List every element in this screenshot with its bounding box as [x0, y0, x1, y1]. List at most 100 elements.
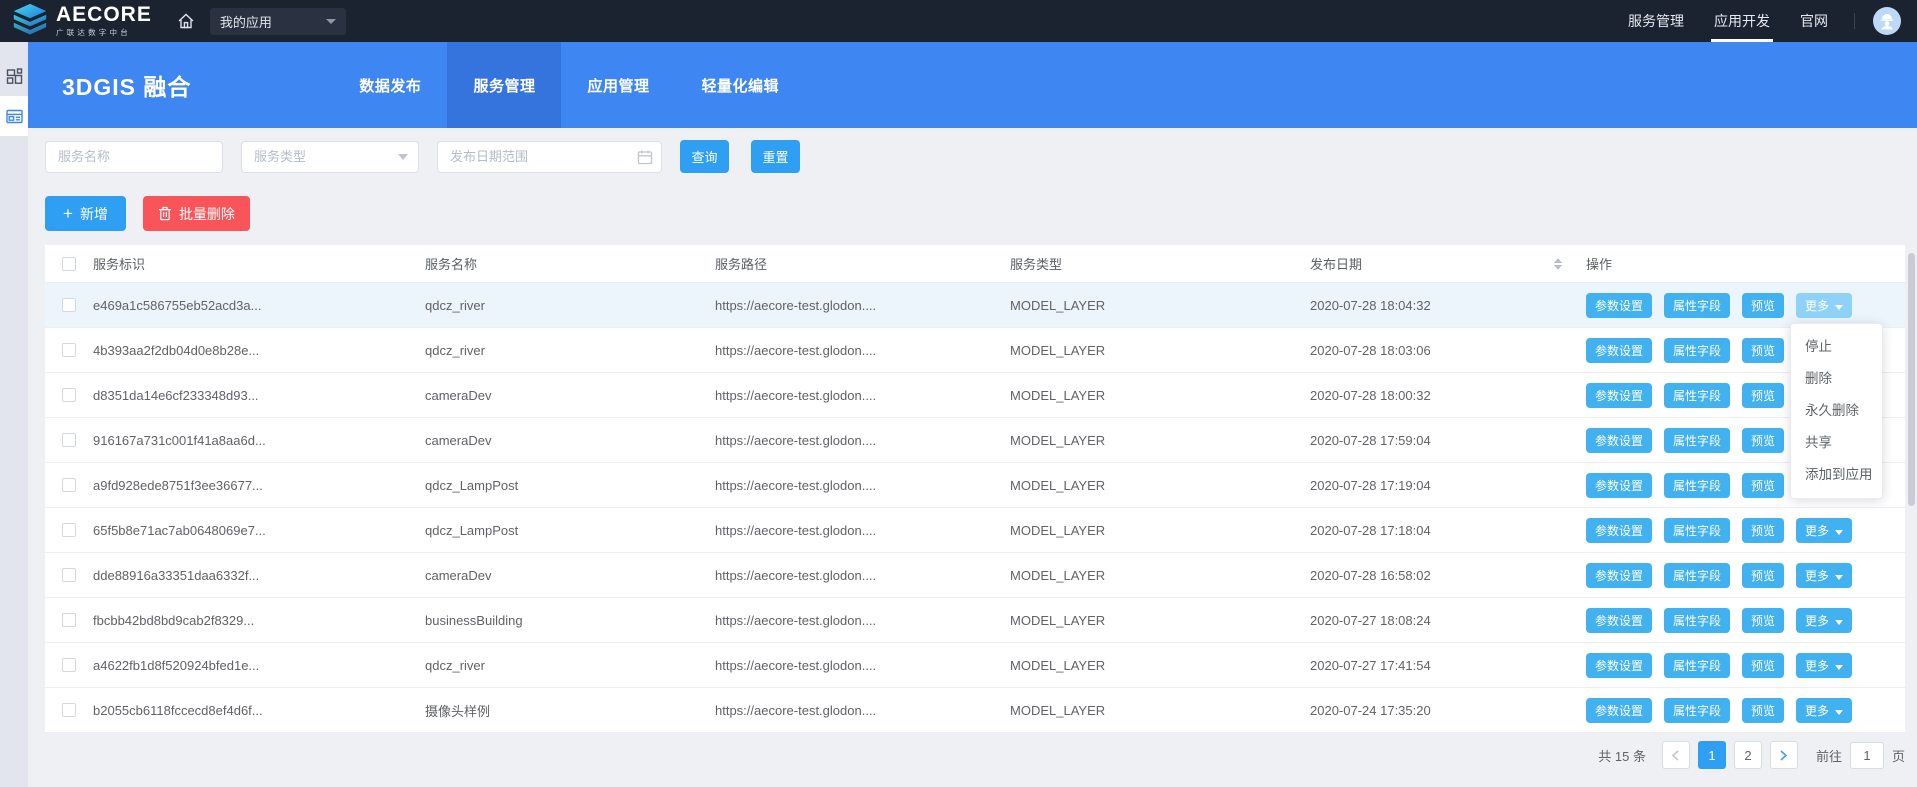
- next-page-button[interactable]: [1770, 741, 1798, 769]
- param-settings-button[interactable]: 参数设置: [1586, 428, 1652, 453]
- param-settings-button[interactable]: 参数设置: [1586, 698, 1652, 723]
- sidebar-item-dashboard[interactable]: [0, 56, 28, 96]
- caret-down-icon: [1835, 665, 1843, 670]
- aecore-logo[interactable]: AECORE 广联达数字中台: [10, 3, 152, 39]
- row-actions: 参数设置属性字段预览更多: [1578, 563, 1905, 588]
- nav-app-development[interactable]: 应用开发: [1714, 0, 1770, 42]
- preview-button[interactable]: 预览: [1742, 338, 1784, 363]
- menu-item-delete[interactable]: 删除: [1791, 363, 1882, 395]
- tab-lightweight-edit[interactable]: 轻量化编辑: [675, 42, 805, 128]
- service-name-input[interactable]: [45, 141, 223, 173]
- cell-service-id: a9fd928ede8751f3ee36677...: [93, 478, 425, 493]
- user-avatar[interactable]: [1873, 7, 1901, 35]
- more-button[interactable]: 更多: [1796, 653, 1852, 678]
- row-checkbox[interactable]: [62, 613, 76, 627]
- brand-text: AECORE: [56, 5, 152, 25]
- preview-button[interactable]: 预览: [1742, 293, 1784, 318]
- more-button[interactable]: 更多: [1796, 293, 1852, 318]
- preview-button[interactable]: 预览: [1742, 563, 1784, 588]
- param-settings-button[interactable]: 参数设置: [1586, 608, 1652, 633]
- attr-fields-button[interactable]: 属性字段: [1664, 608, 1730, 633]
- nav-official-site[interactable]: 官网: [1800, 0, 1828, 42]
- more-button[interactable]: 更多: [1796, 698, 1852, 723]
- attr-fields-button[interactable]: 属性字段: [1664, 473, 1730, 498]
- row-checkbox[interactable]: [62, 388, 76, 402]
- menu-item-permanent-delete[interactable]: 永久删除: [1791, 395, 1882, 427]
- param-settings-button[interactable]: 参数设置: [1586, 473, 1652, 498]
- more-button[interactable]: 更多: [1796, 563, 1852, 588]
- home-icon[interactable]: [176, 11, 196, 31]
- plus-icon: +: [63, 207, 73, 221]
- row-checkbox-cell: [45, 478, 93, 492]
- more-button[interactable]: 更多: [1796, 608, 1852, 633]
- menu-item-add-to-app[interactable]: 添加到应用: [1791, 459, 1882, 491]
- query-button[interactable]: 查询: [680, 140, 729, 173]
- publish-date-range-input[interactable]: [437, 141, 662, 173]
- row-checkbox[interactable]: [62, 703, 76, 717]
- preview-button[interactable]: 预览: [1742, 608, 1784, 633]
- tab-service-management[interactable]: 服务管理: [447, 42, 561, 128]
- menu-item-share[interactable]: 共享: [1791, 427, 1882, 459]
- attr-fields-button[interactable]: 属性字段: [1664, 698, 1730, 723]
- row-checkbox[interactable]: [62, 523, 76, 537]
- cell-service-id: 916167a731c001f41a8aa6d...: [93, 433, 425, 448]
- attr-fields-button[interactable]: 属性字段: [1664, 338, 1730, 363]
- sidebar-item-app-window[interactable]: [0, 96, 28, 136]
- menu-item-stop[interactable]: 停止: [1791, 331, 1882, 363]
- preview-button[interactable]: 预览: [1742, 518, 1784, 543]
- table-row: 4b393aa2f2db04d0e8b28e...qdcz_riverhttps…: [45, 328, 1905, 373]
- row-checkbox[interactable]: [62, 568, 76, 582]
- cell-service-id: e469a1c586755eb52acd3a...: [93, 298, 425, 313]
- param-settings-button[interactable]: 参数设置: [1586, 383, 1652, 408]
- attr-fields-button[interactable]: 属性字段: [1664, 383, 1730, 408]
- page-button-2[interactable]: 2: [1734, 741, 1762, 769]
- attr-fields-button[interactable]: 属性字段: [1664, 518, 1730, 543]
- cell-service-path: https://aecore-test.glodon....: [715, 388, 1010, 403]
- attr-fields-button[interactable]: 属性字段: [1664, 293, 1730, 318]
- param-settings-button[interactable]: 参数设置: [1586, 563, 1652, 588]
- goto-label: 前往: [1816, 746, 1842, 765]
- my-apps-select[interactable]: 我的应用: [210, 8, 346, 35]
- param-settings-button[interactable]: 参数设置: [1586, 518, 1652, 543]
- batch-delete-button[interactable]: 批量删除: [143, 196, 250, 231]
- param-settings-button[interactable]: 参数设置: [1586, 653, 1652, 678]
- preview-button[interactable]: 预览: [1742, 383, 1784, 408]
- my-apps-select-value: 我的应用: [220, 12, 272, 31]
- preview-button[interactable]: 预览: [1742, 473, 1784, 498]
- caret-down-icon: [1835, 710, 1843, 715]
- more-dropdown-menu: 停止 删除 永久删除 共享 添加到应用: [1790, 323, 1883, 499]
- tab-data-publish[interactable]: 数据发布: [333, 42, 447, 128]
- page-button-1[interactable]: 1: [1698, 741, 1726, 769]
- attr-fields-button[interactable]: 属性字段: [1664, 653, 1730, 678]
- row-checkbox[interactable]: [62, 478, 76, 492]
- attr-fields-button[interactable]: 属性字段: [1664, 428, 1730, 453]
- prev-page-button[interactable]: [1662, 741, 1690, 769]
- col-service-id: 服务标识: [93, 254, 425, 273]
- service-type-select[interactable]: [241, 141, 419, 173]
- cell-service-path: https://aecore-test.glodon....: [715, 658, 1010, 673]
- attr-fields-button[interactable]: 属性字段: [1664, 563, 1730, 588]
- cell-service-name: 摄像头样例: [425, 701, 715, 720]
- sort-icon[interactable]: [1554, 258, 1562, 270]
- param-settings-button[interactable]: 参数设置: [1586, 293, 1652, 318]
- param-settings-button[interactable]: 参数设置: [1586, 338, 1652, 363]
- row-checkbox[interactable]: [62, 433, 76, 447]
- preview-button[interactable]: 预览: [1742, 653, 1784, 678]
- add-button[interactable]: + 新增: [45, 196, 126, 231]
- scrollbar-thumb[interactable]: [1908, 253, 1915, 506]
- reset-button[interactable]: 重置: [751, 140, 800, 173]
- row-checkbox-cell: [45, 703, 93, 717]
- preview-button[interactable]: 预览: [1742, 428, 1784, 453]
- row-checkbox[interactable]: [62, 658, 76, 672]
- pagination-total: 共 15 条: [1598, 746, 1646, 765]
- row-checkbox[interactable]: [62, 298, 76, 312]
- preview-button[interactable]: 预览: [1742, 698, 1784, 723]
- goto-page-input[interactable]: [1850, 742, 1884, 769]
- table-row: a4622fb1d8f520924bfed1e...qdcz_riverhttp…: [45, 643, 1905, 688]
- more-button[interactable]: 更多: [1796, 518, 1852, 543]
- select-all-checkbox[interactable]: [62, 257, 76, 271]
- header-tabs: 数据发布 服务管理 应用管理 轻量化编辑: [333, 42, 805, 128]
- nav-service-management[interactable]: 服务管理: [1628, 0, 1684, 42]
- row-checkbox[interactable]: [62, 343, 76, 357]
- tab-app-management[interactable]: 应用管理: [561, 42, 675, 128]
